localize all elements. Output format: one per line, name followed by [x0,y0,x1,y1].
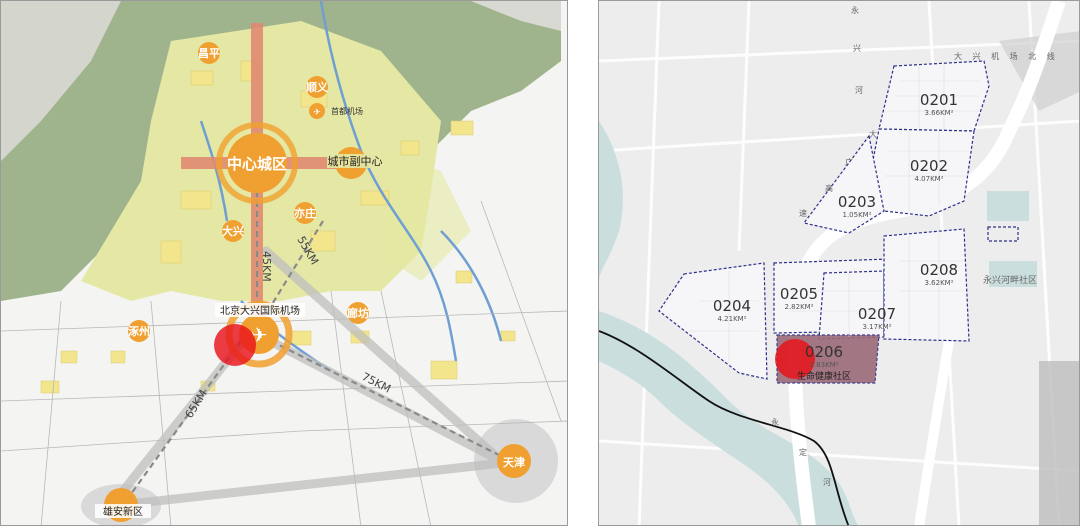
regional-map-panel: 45KM 55KM 65KM 75KM 中心城区 城市副中心 昌平 顺义 ✈ 首… [0,0,568,526]
svg-text:0206: 0206 [805,343,843,361]
svg-text:昌平: 昌平 [198,47,220,60]
center-city-label: 中心城区 [227,155,287,173]
svg-text:0203: 0203 [838,193,876,211]
zone-label-0204: 0204 4.21KM² [713,297,751,323]
svg-text:4.21KM²: 4.21KM² [717,315,746,323]
zone-label-0201: 0201 3.66KM² [920,91,958,117]
svg-text:涿州: 涿州 [128,324,150,338]
site-highlight-marker[interactable] [214,324,256,366]
svg-text:速: 速 [799,209,807,218]
center-city-marker[interactable]: 中心城区 [216,122,298,204]
east-community-label: 永兴河畔社区 [983,274,1037,286]
svg-text:永: 永 [771,417,779,427]
zone-label-0203: 0203 1.05KM² [838,193,876,219]
svg-text:兴: 兴 [853,44,861,53]
svg-text:3.62KM²: 3.62KM² [924,279,953,287]
svg-text:河: 河 [855,85,863,95]
svg-text:广: 广 [845,157,853,167]
top-road-label: 大 兴 机 场 北 线 [954,51,1059,61]
capital-airport-label: 首都机场 [331,106,363,116]
zone-label-0208: 0208 3.62KM² [920,261,958,287]
svg-text:2.82KM²: 2.82KM² [784,303,813,311]
airplane-icon: ✈ [313,108,321,118]
svg-text:0208: 0208 [920,261,958,279]
svg-text:2.83KM²: 2.83KM² [809,361,838,369]
svg-text:顺义: 顺义 [306,80,329,94]
district-map-panel: 0201 3.66KM² 0202 4.07KM² 0203 1.05KM² 0… [598,0,1080,526]
regional-map: 45KM 55KM 65KM 75KM 中心城区 城市副中心 昌平 顺义 ✈ 首… [1,1,567,525]
town-marker-daxing[interactable]: 大兴 [222,220,244,242]
zone-label-0207: 0207 3.17KM² [858,305,896,331]
svg-text:永: 永 [851,5,859,15]
xiongan-label: 雄安新区 [103,505,143,518]
svg-text:河: 河 [823,477,831,487]
distance-label-45: 45KM [260,251,273,282]
town-marker-tianjin[interactable]: 天津 [497,444,531,478]
svg-text:3.17KM²: 3.17KM² [862,323,891,331]
svg-text:亦庄: 亦庄 [294,206,316,220]
town-marker-zhuozhou[interactable]: 涿州 [128,320,150,342]
zone-label-0202: 0202 4.07KM² [910,157,948,183]
svg-text:廊坊: 廊坊 [347,306,369,320]
svg-text:0205: 0205 [780,285,818,303]
town-marker-yizhuang[interactable]: 亦庄 [294,202,316,224]
svg-text:0202: 0202 [910,157,948,175]
town-marker-langfang[interactable]: 廊坊 [347,302,369,324]
zone-label-0205: 0205 2.82KM² [780,285,818,311]
svg-text:1.05KM²: 1.05KM² [842,211,871,219]
sub-center-label: 城市副中心 [328,154,383,168]
svg-text:高: 高 [825,183,833,193]
svg-text:大兴: 大兴 [222,224,244,238]
district-map: 0201 3.66KM² 0202 4.07KM² 0203 1.05KM² 0… [599,1,1079,525]
zone-0206-name: 生命健康社区 [797,370,851,382]
svg-text:0204: 0204 [713,297,751,315]
daxing-airport-label: 北京大兴国际机场 [220,304,300,317]
svg-text:3.66KM²: 3.66KM² [924,109,953,117]
svg-text:0207: 0207 [858,305,896,323]
svg-text:大: 大 [869,129,877,139]
svg-text:0201: 0201 [920,91,958,109]
svg-text:天津: 天津 [503,455,525,469]
town-marker-changping[interactable]: 昌平 [198,42,220,64]
svg-text:4.07KM²: 4.07KM² [914,175,943,183]
svg-text:定: 定 [799,447,807,457]
